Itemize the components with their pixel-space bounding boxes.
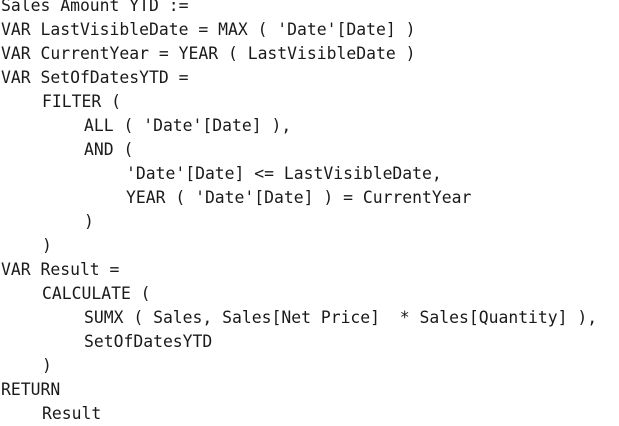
code-listing: Sales Amount YTD := VAR LastVisibleDate …	[0, 0, 619, 423]
code-line-date-condition: 'Date'[Date] <= LastVisibleDate,	[126, 164, 442, 183]
code-line-and-open: AND (	[84, 140, 134, 159]
code-line-result: VAR Result =	[1, 260, 120, 279]
code-line-return: RETURN	[1, 380, 61, 399]
code-line-filter-close: )	[42, 236, 52, 255]
code-line-return-result: Result	[42, 404, 102, 423]
code-line-calculate-open: CALCULATE (	[42, 284, 151, 303]
code-line-last-visible-date: VAR LastVisibleDate = MAX ( 'Date'[Date]…	[1, 20, 416, 39]
code-line-set-of-dates-ytd: VAR SetOfDatesYTD =	[1, 68, 189, 87]
code-line-filter-argument: SetOfDatesYTD	[84, 332, 213, 351]
code-line-current-year: VAR CurrentYear = YEAR ( LastVisibleDate…	[1, 44, 416, 63]
code-line-measure-definition: Sales Amount YTD :=	[1, 0, 189, 15]
code-line-filter-open: FILTER (	[42, 92, 121, 111]
code-line-and-close: )	[84, 212, 94, 231]
code-line-all-dates: ALL ( 'Date'[Date] ),	[84, 116, 292, 135]
code-line-sumx: SUMX ( Sales, Sales[Net Price] * Sales[Q…	[84, 308, 598, 327]
code-line-year-condition: YEAR ( 'Date'[Date] ) = CurrentYear	[126, 188, 472, 207]
code-line-calculate-close: )	[42, 356, 52, 375]
